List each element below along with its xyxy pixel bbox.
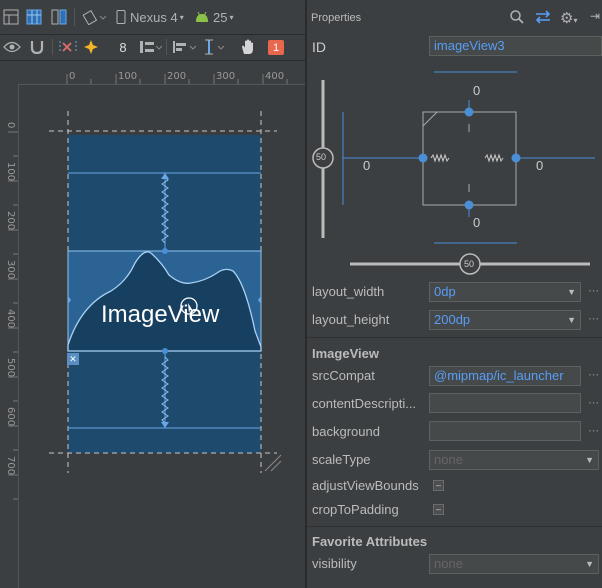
more-icon[interactable]: ⋯ — [588, 284, 599, 297]
blueprint-screen — [49, 111, 282, 473]
device-selector[interactable]: Nexus 4 ▾ — [116, 8, 188, 26]
right-margin[interactable]: 0 — [536, 158, 543, 173]
background-label: background — [312, 424, 380, 439]
ruler-label: 600 — [5, 407, 16, 427]
eye-icon[interactable] — [2, 38, 22, 56]
more-icon[interactable]: ⋯ — [588, 368, 599, 381]
ruler-label: 300 — [216, 71, 236, 82]
api-level-selector[interactable]: 25 ▾ — [194, 8, 238, 26]
ruler-label: 400 — [265, 71, 285, 82]
layout-height-label: layout_height — [312, 312, 390, 327]
chevron-down-icon: ▾ — [229, 12, 234, 22]
chevron-down-icon: ▾ — [179, 12, 184, 22]
visibility-dropdown[interactable]: none ▼ — [429, 554, 599, 574]
adjust-view-bounds-label: adjustViewBounds — [312, 478, 419, 493]
ruler-label: 100 — [118, 71, 138, 82]
api-level: 25 — [213, 9, 228, 25]
content-description-label: contentDescripti... — [312, 396, 417, 411]
ruler-label: 400 — [5, 309, 16, 329]
chevron-down-icon: ▼ — [585, 455, 594, 465]
magnet-icon[interactable] — [28, 38, 46, 56]
content-description-field[interactable] — [429, 393, 581, 413]
align-icon[interactable] — [170, 38, 198, 56]
orientation-icon[interactable] — [80, 8, 108, 26]
properties-title: Properties — [311, 12, 362, 24]
design-toolbar: Nexus 4 ▾ 25 ▾ — [0, 0, 305, 35]
gear-icon[interactable]: ⚙▾ — [560, 9, 577, 27]
constraint-inspector — [312, 71, 595, 275]
clear-constraints-icon[interactable] — [58, 38, 78, 56]
properties-panel: Properties ⚙▾ ⇥ ID imageView3 0 0 0 0 50… — [307, 0, 602, 588]
horizontal-bias[interactable]: 50 — [464, 259, 474, 269]
scale-type-dropdown[interactable]: none ▼ — [429, 450, 599, 470]
baseline-handle-icon[interactable] — [180, 297, 198, 315]
imageview-label[interactable]: ImageView — [101, 301, 219, 329]
bottom-margin[interactable]: 0 — [473, 215, 480, 230]
guidelines-icon[interactable] — [201, 38, 227, 56]
device-name: Nexus 4 — [130, 9, 178, 25]
clear-constraint-icon[interactable]: ✕ — [67, 353, 79, 365]
design-view-icon[interactable] — [2, 8, 20, 26]
blueprint-view-icon[interactable] — [25, 8, 43, 26]
vertical-ruler: 0 100 200 300 400 500 600 700 — [0, 84, 19, 588]
design-canvas[interactable]: ImageView ✕ — [19, 85, 305, 588]
ruler-label: 200 — [167, 71, 187, 82]
chevron-down-icon: ▼ — [567, 287, 576, 297]
vertical-bias[interactable]: 50 — [316, 152, 326, 162]
more-icon[interactable]: ⋯ — [588, 312, 599, 325]
adjust-view-bounds-checkbox[interactable]: – — [433, 480, 444, 491]
phone-icon — [116, 10, 126, 24]
more-icon[interactable]: ⋯ — [588, 424, 599, 437]
background-field[interactable] — [429, 421, 581, 441]
chevron-down-icon: ▼ — [585, 559, 594, 569]
id-label: ID — [312, 39, 326, 55]
hide-panel-icon[interactable]: ⇥ — [590, 9, 600, 23]
chevron-down-icon: ▼ — [567, 315, 576, 325]
default-margin[interactable]: 8 — [114, 38, 132, 56]
crop-to-padding-checkbox[interactable]: – — [433, 504, 444, 515]
src-compat-label: srcCompat — [312, 368, 375, 383]
layout-width-dropdown[interactable]: 0dp ▼ — [429, 282, 581, 302]
crop-to-padding-label: cropToPadding — [312, 502, 399, 517]
ruler-label: 300 — [5, 260, 16, 280]
android-icon — [196, 11, 208, 22]
both-views-icon[interactable] — [50, 8, 68, 26]
ruler-label: 0 — [69, 71, 76, 82]
ruler-label: 0 — [5, 122, 16, 129]
horizontal-ruler: 0 100 200 300 400 — [18, 62, 305, 85]
top-margin[interactable]: 0 — [473, 83, 480, 98]
more-icon[interactable]: ⋯ — [588, 396, 599, 409]
layout-width-label: layout_width — [312, 284, 385, 299]
favorite-attributes-title: Favorite Attributes — [312, 534, 428, 549]
error-count-badge[interactable]: 1 — [268, 40, 284, 55]
visibility-label: visibility — [312, 556, 357, 571]
left-margin[interactable]: 0 — [363, 158, 370, 173]
ruler-label: 200 — [5, 211, 16, 231]
ruler-label: 500 — [5, 358, 16, 378]
constraint-toolbar: 8 1 — [0, 35, 305, 61]
search-icon[interactable] — [510, 10, 524, 29]
ruler-label: 700 — [5, 456, 16, 476]
infer-constraints-icon[interactable] — [82, 38, 102, 56]
scale-type-label: scaleType — [312, 452, 371, 467]
imageview-section-title: ImageView — [312, 346, 379, 361]
src-compat-field[interactable]: @mipmap/ic_launcher — [429, 366, 581, 386]
id-field[interactable]: imageView3 — [429, 36, 602, 56]
swap-view-icon[interactable] — [534, 10, 552, 29]
pack-icon[interactable] — [137, 38, 163, 56]
pan-hand-icon[interactable] — [238, 38, 258, 56]
ruler-label: 100 — [5, 162, 16, 182]
layout-height-dropdown[interactable]: 200dp ▼ — [429, 310, 581, 330]
